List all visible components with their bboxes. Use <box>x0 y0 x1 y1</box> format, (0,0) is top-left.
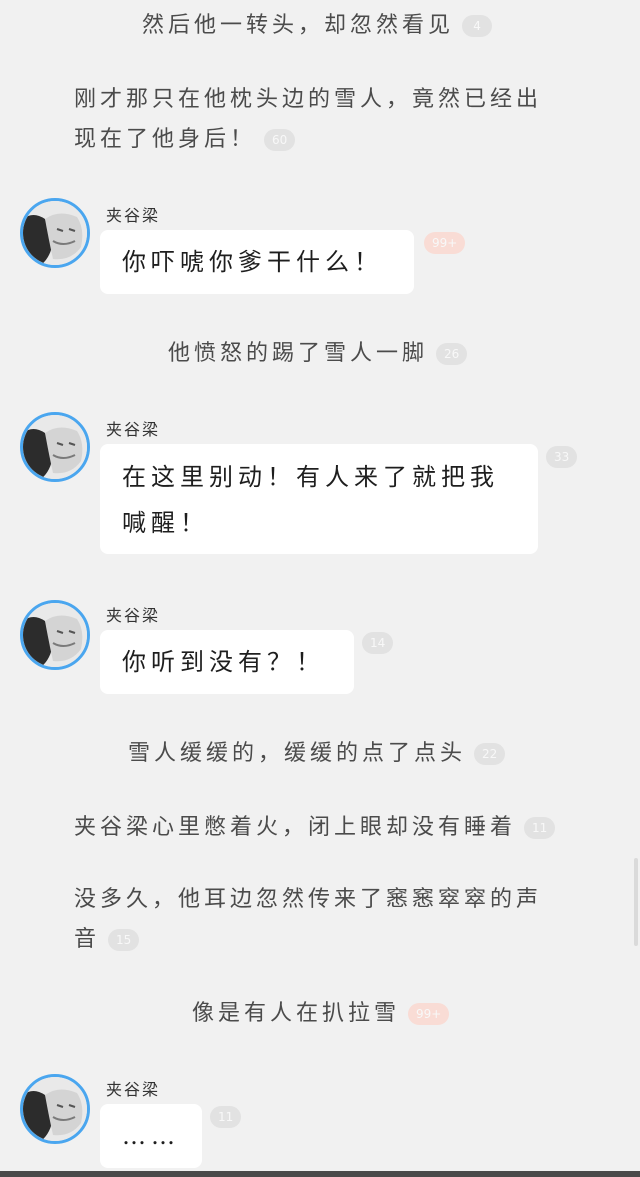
chat-text: 在这里别动！有人来了就把我喊醒！ <box>122 463 499 537</box>
chat-text: …… <box>122 1122 180 1150</box>
comment-count-badge[interactable]: 60 <box>264 129 296 151</box>
comment-count-badge[interactable]: 15 <box>108 929 140 951</box>
avatar[interactable] <box>20 198 90 268</box>
avatar[interactable] <box>20 600 90 670</box>
narration-text: 然后他一转头，却忽然看见 <box>142 13 455 38</box>
chat-text: 你听到没有？！ <box>122 648 325 676</box>
narration-text: 像是有人在扒拉雪 <box>192 1001 401 1026</box>
comment-count-badge[interactable]: 99+ <box>408 1003 450 1025</box>
narration-text: 没多久，他耳边忽然传来了窸窸窣窣的声音 <box>74 887 543 952</box>
comment-count-badge[interactable]: 14 <box>362 632 394 654</box>
avatar[interactable] <box>20 412 90 482</box>
chat-bubble[interactable]: 你听到没有？！ <box>100 630 354 694</box>
chat-text: 你吓唬你爹干什么！ <box>122 248 383 276</box>
narration-line: 没多久，他耳边忽然传来了窸窸窣窣的声音 15 <box>74 880 564 960</box>
speaker-name: 夹谷梁 <box>106 606 161 625</box>
narration-line: 夹谷梁心里憋着火，闭上眼却没有睡着 11 <box>74 808 556 848</box>
avatar-portrait-icon <box>23 201 87 265</box>
narration-line: 雪人缓缓的，缓缓的点了点头 22 <box>128 734 506 774</box>
narration-line: 像是有人在扒拉雪 99+ <box>192 994 450 1034</box>
speaker-name: 夹谷梁 <box>106 1080 161 1099</box>
narration-text: 刚才那只在他枕头边的雪人，竟然已经出现在了他身后！ <box>74 87 543 152</box>
bubble-count-wrap: 14 <box>362 632 394 654</box>
avatar[interactable] <box>20 1074 90 1144</box>
narration-line: 然后他一转头，却忽然看见 4 <box>142 6 493 46</box>
bubble-count-wrap: 99+ <box>424 232 466 254</box>
comment-count-badge[interactable]: 4 <box>462 15 493 37</box>
comment-count-badge[interactable]: 22 <box>474 743 506 765</box>
avatar-portrait-icon <box>23 415 87 479</box>
scrollbar[interactable] <box>634 858 638 946</box>
comment-count-badge[interactable]: 11 <box>210 1106 242 1128</box>
narration-line: 他愤怒的踢了雪人一脚 26 <box>168 334 468 374</box>
chat-bubble[interactable]: 在这里别动！有人来了就把我喊醒！ <box>100 444 538 554</box>
narration-text: 他愤怒的踢了雪人一脚 <box>168 341 429 366</box>
avatar-portrait-icon <box>23 1077 87 1141</box>
narration-text: 夹谷梁心里憋着火，闭上眼却没有睡着 <box>74 815 517 840</box>
speaker-name: 夹谷梁 <box>106 420 161 439</box>
bottom-edge-bar <box>0 1171 640 1177</box>
comment-count-badge[interactable]: 26 <box>436 343 468 365</box>
avatar-portrait-icon <box>23 603 87 667</box>
narration-line: 刚才那只在他枕头边的雪人，竟然已经出现在了他身后！ 60 <box>74 80 564 160</box>
chat-bubble[interactable]: 你吓唬你爹干什么！ <box>100 230 414 294</box>
narration-text: 雪人缓缓的，缓缓的点了点头 <box>128 741 467 766</box>
speaker-name: 夹谷梁 <box>106 206 161 225</box>
comment-count-badge[interactable]: 99+ <box>424 232 466 254</box>
bubble-count-wrap: 11 <box>210 1106 242 1128</box>
bubble-count-wrap: 33 <box>546 446 578 468</box>
comment-count-badge[interactable]: 11 <box>524 817 556 839</box>
comment-count-badge[interactable]: 33 <box>546 446 578 468</box>
chat-bubble[interactable]: …… <box>100 1104 202 1168</box>
